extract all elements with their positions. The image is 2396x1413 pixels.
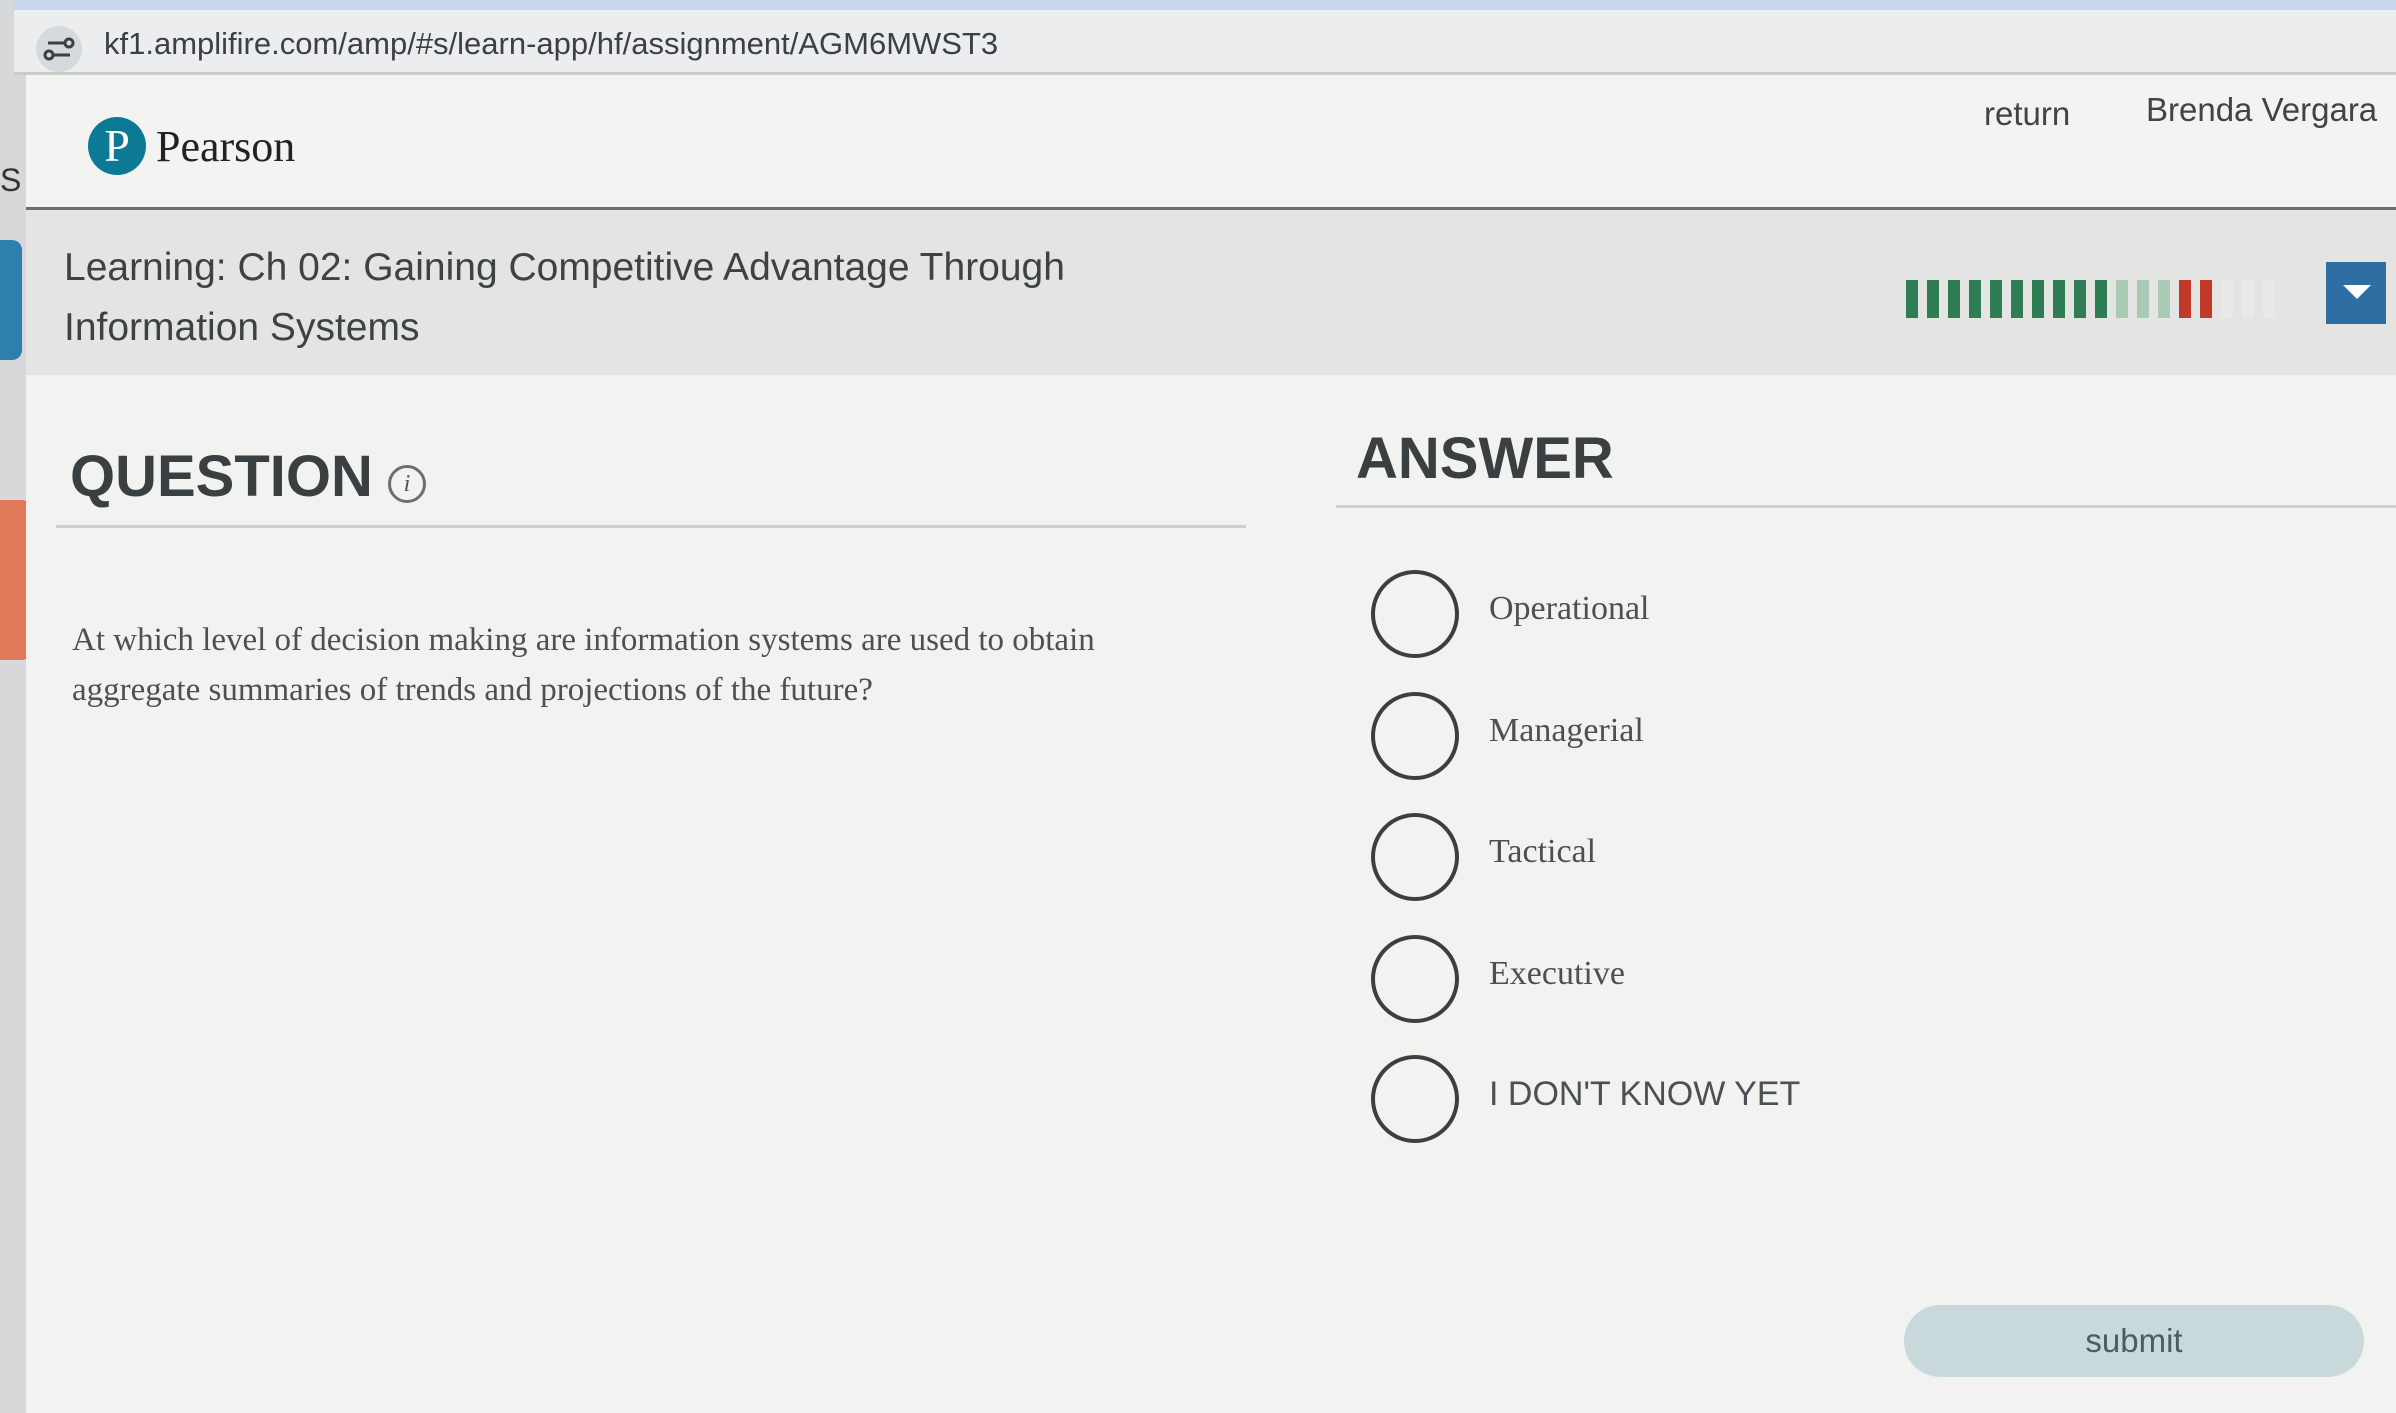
- progress-segment: [2221, 280, 2233, 318]
- edge-letter: S: [0, 162, 22, 198]
- answer-option-label[interactable]: Executive: [1489, 955, 1625, 993]
- progress-segment: [2053, 280, 2065, 318]
- answer-option-tactical[interactable]: Tactical: [1371, 813, 2071, 903]
- app-header: P Pearson return Brenda Vergara: [26, 75, 2396, 210]
- answer-option-label[interactable]: Operational: [1489, 590, 1650, 628]
- app-container: P Pearson return Brenda Vergara Learning…: [26, 75, 2396, 1413]
- progress-segment: [2074, 280, 2086, 318]
- progress-segment: [1948, 280, 1960, 318]
- site-settings-icon[interactable]: [36, 26, 82, 72]
- radio-button[interactable]: [1371, 570, 1459, 658]
- progress-dropdown-button[interactable]: [2326, 262, 2386, 324]
- progress-indicator: [1906, 280, 2275, 324]
- progress-segment: [2011, 280, 2023, 318]
- progress-segment: [2242, 280, 2254, 318]
- url-text[interactable]: kf1.amplifire.com/amp/#s/learn-app/hf/as…: [104, 26, 998, 62]
- browser-left-edge: S: [0, 0, 30, 1413]
- info-icon[interactable]: i: [388, 465, 426, 503]
- progress-segment: [1969, 280, 1981, 318]
- answer-option-managerial[interactable]: Managerial: [1371, 692, 2071, 782]
- return-link[interactable]: return: [1984, 95, 2070, 133]
- radio-button[interactable]: [1371, 1055, 1459, 1143]
- question-divider: [56, 525, 1246, 528]
- progress-segment: [1927, 280, 1939, 318]
- progress-segment: [2095, 280, 2107, 318]
- progress-segment: [2032, 280, 2044, 318]
- progress-segment: [2179, 280, 2191, 318]
- user-name-menu[interactable]: Brenda Vergara: [2146, 91, 2377, 129]
- pearson-logo-icon: P: [88, 117, 146, 175]
- progress-segment: [1906, 280, 1918, 318]
- assignment-title-bar: Learning: Ch 02: Gaining Competitive Adv…: [26, 210, 2396, 375]
- answer-option-label[interactable]: I DON'T KNOW YET: [1489, 1075, 1800, 1114]
- question-text: At which level of decision making are in…: [72, 622, 1095, 708]
- radio-button[interactable]: [1371, 935, 1459, 1023]
- progress-segment: [2137, 280, 2149, 318]
- progress-segment: [1990, 280, 2002, 318]
- answer-option-label[interactable]: Tactical: [1489, 833, 1596, 871]
- radio-button[interactable]: [1371, 692, 1459, 780]
- submit-button[interactable]: submit: [1904, 1305, 2364, 1377]
- progress-segment: [2263, 280, 2275, 318]
- browser-top-strip: [14, 0, 2396, 10]
- answer-option-operational[interactable]: Operational: [1371, 570, 2071, 660]
- pearson-logo-text: Pearson: [156, 122, 296, 171]
- side-info-tab[interactable]: [0, 240, 22, 360]
- progress-segment: [2158, 280, 2170, 318]
- browser-address-bar[interactable]: kf1.amplifire.com/amp/#s/learn-app/hf/as…: [14, 0, 2396, 75]
- progress-segment: [2116, 280, 2128, 318]
- answer-option-executive[interactable]: Executive: [1371, 935, 2071, 1025]
- answer-option-dont-know[interactable]: I DON'T KNOW YET: [1371, 1055, 2071, 1145]
- assignment-title: Learning: Ch 02: Gaining Competitive Adv…: [64, 246, 1065, 349]
- question-heading: QUESTION: [70, 444, 373, 509]
- progress-segment: [2200, 280, 2212, 318]
- radio-button[interactable]: [1371, 813, 1459, 901]
- chevron-down-icon: [2343, 285, 2371, 299]
- answer-heading: ANSWER: [1356, 426, 1614, 491]
- answer-option-label[interactable]: Managerial: [1489, 712, 1644, 750]
- answer-divider: [1336, 505, 2396, 508]
